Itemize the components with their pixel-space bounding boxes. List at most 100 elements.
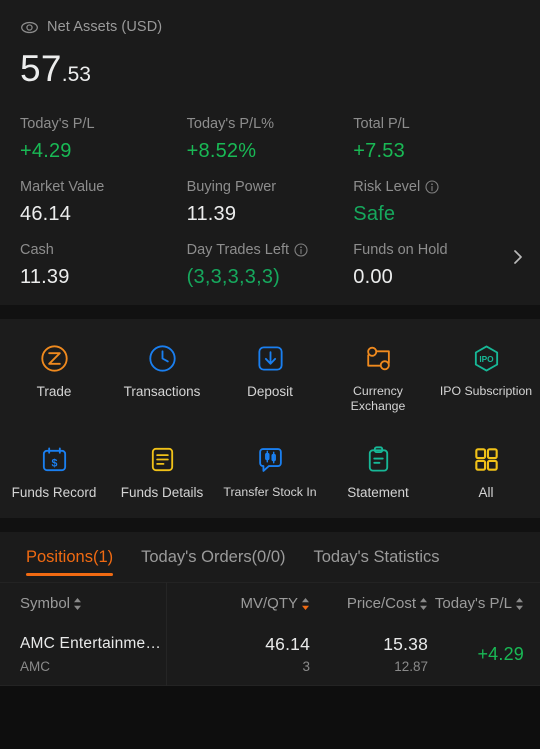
stat-todays-pl-percent: Today's P/L% +8.52% — [187, 114, 354, 163]
stat-label: Day Trades Left — [187, 240, 354, 259]
action-transfer-stock-in[interactable]: Transfer Stock In — [216, 434, 324, 506]
stat-cash: Cash 11.39 — [20, 240, 187, 289]
candlestick-box-icon — [255, 442, 286, 476]
column-header-mv-qty[interactable]: MV/QTY — [180, 595, 310, 612]
stat-market-value: Market Value 46.14 — [20, 177, 187, 226]
column-header-label: Price/Cost — [346, 595, 416, 612]
column-header-symbol[interactable]: Symbol — [20, 595, 180, 612]
column-header-price-cost[interactable]: Price/Cost — [310, 595, 428, 612]
tab-label: Today's Statistics — [313, 547, 440, 566]
column-header-label: Symbol — [20, 595, 71, 612]
positions-table: Symbol MV/QTY Price/Cost Today's P/L AMC… — [0, 582, 540, 686]
stat-label: Risk Level — [353, 177, 520, 196]
account-summary-panel: Net Assets (USD) 57.53 Today's P/L +4.29… — [0, 0, 540, 305]
net-assets-label: Net Assets (USD) — [47, 19, 163, 35]
account-screen: Net Assets (USD) 57.53 Today's P/L +4.29… — [0, 0, 540, 749]
tab-label: Today's Orders(0/0) — [141, 547, 286, 566]
sort-arrows-icon[interactable] — [73, 597, 82, 611]
info-icon[interactable] — [294, 242, 308, 257]
stat-risk-level: Risk Level Safe — [353, 177, 520, 226]
positions-tabs-bar: Positions(1) Today's Orders(0/0) Today's… — [0, 532, 540, 582]
action-deposit[interactable]: Deposit — [216, 333, 324, 420]
action-label: Transfer Stock In — [223, 485, 317, 499]
action-transactions[interactable]: Transactions — [108, 333, 216, 420]
stat-label: Today's P/L% — [186, 115, 275, 132]
section-divider-top — [0, 305, 540, 319]
column-header-label: MV/QTY — [240, 595, 298, 612]
info-icon[interactable] — [425, 179, 439, 194]
calendar-dollar-icon: $ — [39, 442, 70, 476]
action-label: Deposit — [247, 384, 293, 399]
cell-symbol: AMC Entertainme… AMC — [20, 633, 180, 676]
quick-actions-row-2: $ Funds Record Funds Details Transfer St… — [0, 434, 540, 506]
chevron-right-icon[interactable] — [510, 244, 526, 270]
action-statement[interactable]: Statement — [324, 434, 432, 506]
action-all[interactable]: All — [432, 434, 540, 506]
stat-label: Funds on Hold — [353, 241, 448, 258]
action-label: Statement — [347, 485, 409, 500]
stat-value: +4.29 — [20, 140, 72, 162]
cell-mv-qty: 46.14 3 — [180, 633, 310, 676]
action-label: Currency Exchange — [350, 384, 406, 413]
stat-label-text: Day Trades Left — [186, 241, 289, 258]
column-header-label: Today's P/L — [434, 595, 512, 612]
tab-todays-orders[interactable]: Today's Orders(0/0) — [127, 532, 299, 582]
tab-label: Positions(1) — [26, 547, 114, 566]
sort-arrows-icon[interactable] — [301, 597, 310, 611]
stat-label-text: Risk Level — [353, 178, 421, 195]
column-header-todays-pl[interactable]: Today's P/L — [428, 595, 524, 612]
document-lines-icon — [147, 442, 178, 476]
action-label: IPO Subscription — [439, 384, 533, 398]
currency-exchange-icon — [363, 341, 394, 375]
stat-total-pl: Total P/L +7.53 — [353, 114, 520, 163]
net-assets-value: 57.53 — [20, 48, 520, 96]
action-label: Funds Details — [120, 485, 204, 500]
eye-icon[interactable] — [20, 18, 39, 37]
svg-text:IPO: IPO — [479, 353, 494, 363]
tab-todays-statistics[interactable]: Today's Statistics — [300, 532, 454, 582]
action-funds-record[interactable]: $ Funds Record — [0, 434, 108, 506]
action-trade[interactable]: Trade — [0, 333, 108, 420]
stats-row-1: Today's P/L +4.29 Today's P/L% +8.52% To… — [20, 114, 520, 163]
stat-label: Total P/L — [353, 115, 410, 132]
stat-value: +7.53 — [353, 140, 405, 162]
tab-positions[interactable]: Positions(1) — [12, 532, 127, 582]
stats-row-3: Cash 11.39 Day Trades Left (3,3,3,3,3) F… — [20, 240, 520, 289]
table-header-row: Symbol MV/QTY Price/Cost Today's P/L — [0, 582, 540, 624]
stat-label: Buying Power — [186, 178, 277, 195]
cell-todays-pl: +4.29 — [428, 644, 524, 665]
trade-icon — [39, 341, 70, 375]
quick-actions-row-1: Trade Transactions Deposit Currency Exch… — [0, 333, 540, 420]
clipboard-icon — [363, 442, 394, 476]
deposit-arrow-icon — [255, 341, 286, 375]
grid-icon — [471, 442, 502, 476]
quick-actions-panel: Trade Transactions Deposit Currency Exch… — [0, 319, 540, 518]
account-stats-grid: Today's P/L +4.29 Today's P/L% +8.52% To… — [20, 114, 520, 289]
stat-label: Market Value — [20, 178, 105, 195]
action-label: All — [478, 485, 494, 500]
stat-value: 11.39 — [186, 203, 237, 225]
stat-value: Safe — [353, 203, 396, 225]
stat-value: 11.39 — [20, 266, 70, 288]
position-price: 15.38 — [383, 634, 428, 654]
table-row[interactable]: AMC Entertainme… AMC 46.14 3 15.38 12.87… — [0, 624, 540, 686]
sort-arrows-icon[interactable] — [515, 597, 524, 611]
stat-label: Cash — [20, 241, 54, 258]
section-divider-bottom — [0, 518, 540, 532]
tab-list: Positions(1) Today's Orders(0/0) Today's… — [0, 532, 540, 582]
action-ipo-subscription[interactable]: IPO IPO Subscription — [432, 333, 540, 420]
sort-arrows-icon[interactable] — [419, 597, 428, 611]
stat-value: 0.00 — [353, 266, 394, 288]
action-funds-details[interactable]: Funds Details — [108, 434, 216, 506]
stat-todays-pl: Today's P/L +4.29 — [20, 114, 187, 163]
stat-day-trades-left: Day Trades Left (3,3,3,3,3) — [187, 240, 354, 289]
position-ticker: AMC — [20, 659, 50, 674]
stats-row-2: Market Value 46.14 Buying Power 11.39 Ri… — [20, 177, 520, 226]
clock-icon — [147, 341, 178, 375]
net-assets-header[interactable]: Net Assets (USD) — [20, 16, 520, 38]
svg-text:$: $ — [51, 457, 57, 469]
action-currency-exchange[interactable]: Currency Exchange — [324, 333, 432, 420]
net-assets-integer: 57 — [20, 48, 62, 89]
stat-value: +8.52% — [186, 140, 257, 162]
ipo-icon: IPO — [471, 341, 502, 375]
